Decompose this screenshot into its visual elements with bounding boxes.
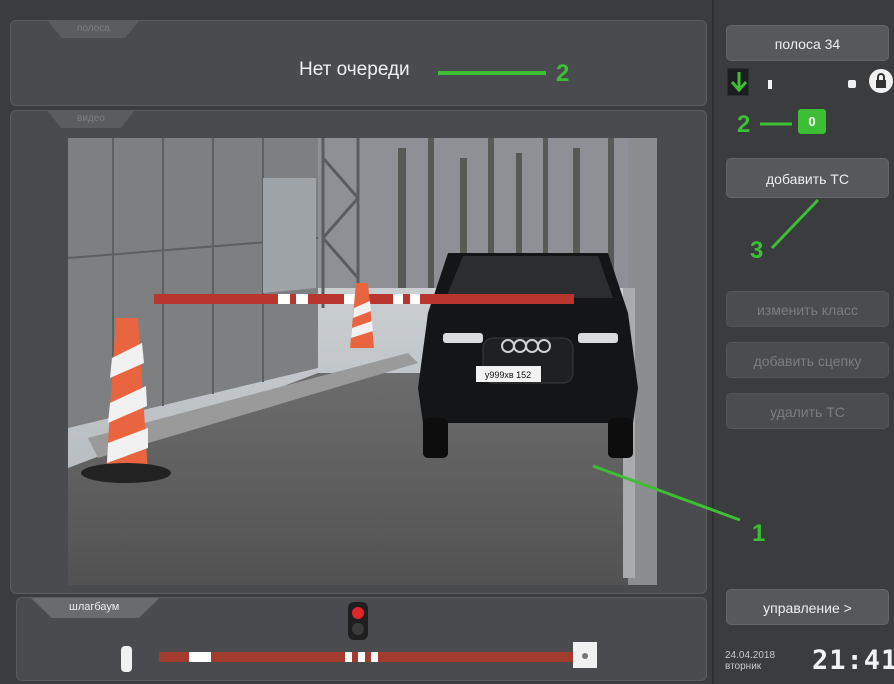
license-plate: у999хв 152 xyxy=(485,370,531,380)
camera-video-feed[interactable]: у999хв 152 xyxy=(68,138,657,585)
weekday-text: вторник xyxy=(725,661,762,672)
video-tab-label: видео xyxy=(47,110,135,128)
control-button[interactable]: управление > xyxy=(726,589,889,625)
queue-tab-label: полоса xyxy=(47,20,140,38)
add-vehicle-button[interactable]: добавить ТС xyxy=(726,158,889,198)
change-class-button[interactable]: изменить класс xyxy=(726,291,889,327)
annotation-3: 3 xyxy=(750,237,764,264)
barrier-panel: шлагбаум xyxy=(16,597,707,681)
lock-icon xyxy=(868,68,894,94)
clock-time: 21:41 xyxy=(812,645,894,676)
annotation-1: 1 xyxy=(752,520,766,547)
lock-small-icon xyxy=(848,80,856,88)
video-panel: видео у999хв 152 xyxy=(10,110,707,594)
date-text: 24.04.2018 xyxy=(725,650,776,661)
barrier-post-right-icon xyxy=(573,642,597,668)
queue-status-text: Нет очереди xyxy=(299,59,410,80)
barrier-post-small-icon xyxy=(768,80,772,89)
barrier-indicator xyxy=(121,602,597,672)
queue-count-badge: 0 xyxy=(798,109,826,134)
sidebar-divider xyxy=(712,0,714,684)
queue-panel: полоса Нет очереди xyxy=(10,20,707,106)
barrier-boom-icon xyxy=(159,652,579,662)
annotation-2-queue: 2 xyxy=(556,60,570,87)
add-trailer-button[interactable]: добавить сцепку xyxy=(726,342,889,378)
barrier-post-left-icon xyxy=(121,646,132,672)
delete-vehicle-button[interactable]: удалить ТС xyxy=(726,393,889,429)
camera-scene: у999хв 152 xyxy=(68,138,657,585)
traffic-light-icon xyxy=(348,602,368,640)
arrow-down-icon xyxy=(727,68,749,96)
app-window: полоса Нет очереди видео у999хв 152 шлаг… xyxy=(0,0,894,684)
annotation-2-badge: 2 xyxy=(737,111,751,138)
lane-button[interactable]: полоса 34 xyxy=(726,25,889,61)
clock-date: 24.04.2018 вторник xyxy=(725,650,775,672)
